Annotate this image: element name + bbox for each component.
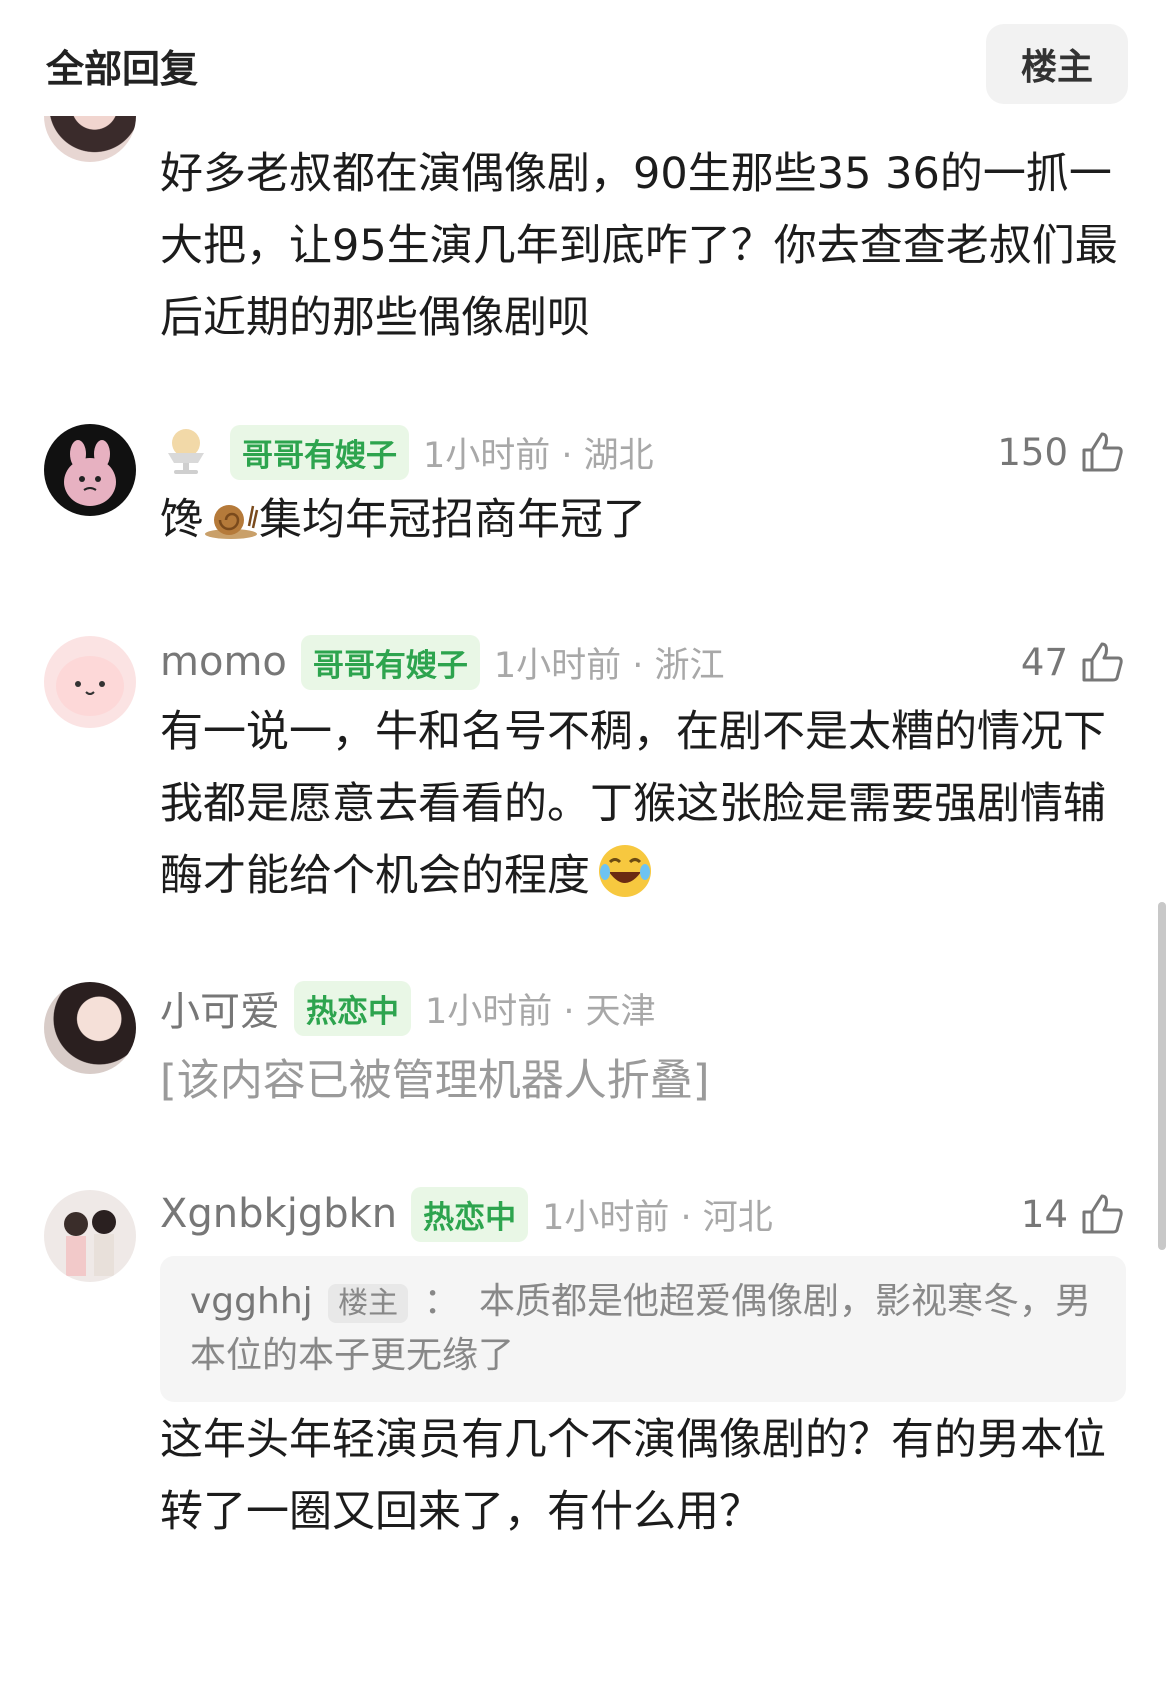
thumbs-up-icon: [1082, 432, 1123, 472]
scrollbar[interactable]: [1158, 902, 1166, 1250]
username[interactable]: 小可爱: [160, 979, 280, 1037]
like-button[interactable]: 14: [1021, 1186, 1126, 1242]
folded-content-notice[interactable]: [该内容已被管理机器人折叠]: [160, 1046, 710, 1108]
comment-meta: Xgnbkjgbkn 热恋中 1小时前 · 河北: [160, 1186, 773, 1242]
comment-text: 好多老叔都在演偶像剧，90生那些35 36的一抓一大把，让95生演几年到底咋了？…: [160, 149, 1118, 343]
fan-badge: 哥哥有嫂子: [230, 424, 409, 480]
username[interactable]: Xgnbkjgbkn: [160, 1191, 397, 1237]
page-title: 全部回复: [46, 47, 199, 91]
fan-badge: 热恋中: [411, 1186, 529, 1242]
avatar[interactable]: [44, 636, 136, 728]
comment-meta: momo 哥哥有嫂子 1小时前 · 浙江: [160, 634, 725, 690]
laughing-emoji-icon: [599, 845, 651, 897]
snail-icon: [205, 505, 259, 539]
avatar[interactable]: [44, 982, 136, 1074]
time-location: 1小时前 · 湖北: [423, 435, 654, 476]
comment-meta: 哥哥有嫂子 1小时前 · 湖北: [160, 424, 654, 480]
comment-text: 这年头年轻演员有几个不演偶像剧的？有的男本位转了一圈又回来了，有什么用？: [160, 1415, 1106, 1537]
quote-text: 本质都是他超爱偶像剧，影视寒冬，男本位的本子更无缘了: [190, 1281, 1092, 1376]
quoted-reply[interactable]: vgghhj 楼主 ： 本质都是他超爱偶像剧，影视寒冬，男本位的本子更无缘了: [160, 1256, 1126, 1402]
like-button[interactable]: 150: [997, 424, 1126, 480]
comment-meta: 小可爱 热恋中 1小时前 · 天津: [160, 980, 656, 1036]
like-count: 150: [997, 430, 1068, 474]
username[interactable]: momo: [160, 639, 287, 685]
time-location: 1小时前 · 河北: [542, 1197, 773, 1238]
comment-text: 有一说一，牛和名号不稠，在剧不是太糟的情况下我都是愿意去看看的。丁猴这张脸是需要…: [160, 707, 1106, 901]
like-count: 14: [1020, 1192, 1068, 1236]
op-badge: 楼主: [328, 1284, 409, 1323]
time-location: 1小时前 · 天津: [425, 991, 656, 1032]
like-button[interactable]: 47: [1021, 634, 1126, 690]
op-only-button[interactable]: 楼主: [986, 24, 1128, 104]
header-bar: 全部回复 楼主: [0, 0, 1170, 116]
thumbs-up-icon: [1082, 642, 1123, 682]
like-count: 47: [1020, 640, 1068, 684]
avatar[interactable]: [44, 424, 136, 516]
quote-colon: ：: [423, 1281, 460, 1322]
fan-badge: 哥哥有嫂子: [300, 634, 480, 690]
ice-cream-icon: [160, 425, 212, 479]
quote-username[interactable]: vgghhj: [190, 1281, 313, 1322]
time-location: 1小时前 · 浙江: [493, 645, 725, 686]
comment-text: 馋 集均年冠招商年冠了: [160, 495, 646, 545]
avatar[interactable]: [44, 1190, 136, 1282]
fan-badge: 热恋中: [294, 980, 411, 1036]
thumbs-up-icon: [1082, 1194, 1123, 1234]
